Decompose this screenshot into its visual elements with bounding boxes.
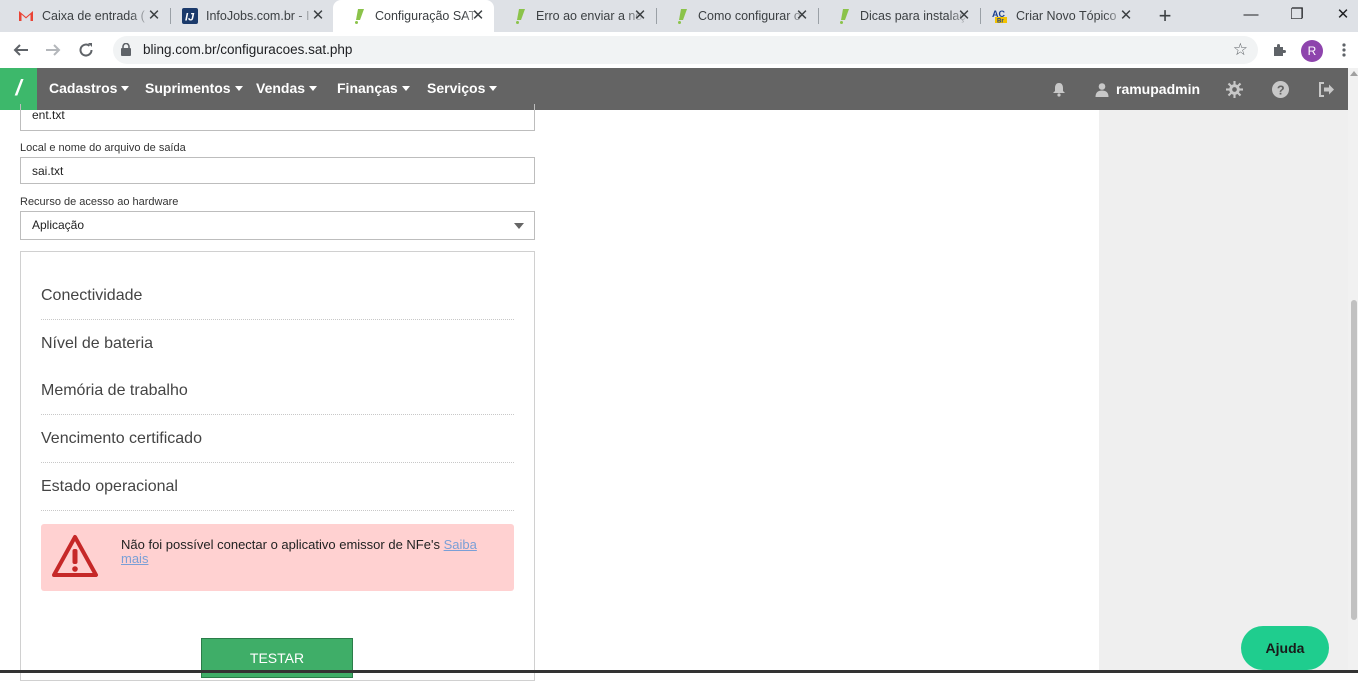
logout-icon[interactable] <box>1316 79 1336 99</box>
scroll-up-icon[interactable] <box>1350 71 1358 76</box>
acbr-icon: AC Br <box>992 8 1008 24</box>
scrollbar-thumb[interactable] <box>1351 300 1357 620</box>
hardware-access-label: Recurso de acesso ao hardware <box>20 196 179 208</box>
url-text: bling.com.br/configuracoes.sat.php <box>143 42 353 57</box>
bling-icon <box>836 8 852 24</box>
extensions-button[interactable] <box>1267 38 1291 62</box>
caret-down-icon <box>234 85 243 91</box>
browser-menu-button[interactable] <box>1332 38 1356 62</box>
svg-text:Br: Br <box>997 19 1004 25</box>
bookmark-star-icon[interactable]: ☆ <box>1233 40 1248 60</box>
tab-strip: Caixa de entrada ( ✕ IJ InfoJobs.com.br … <box>0 0 1358 32</box>
status-item-bateria: Nível de bateria <box>41 335 154 352</box>
minimize-button[interactable]: — <box>1228 0 1274 32</box>
profile-avatar[interactable]: R <box>1301 40 1323 62</box>
reload-button[interactable] <box>74 38 98 62</box>
browser-tab[interactable]: Erro ao enviar a no ✕ <box>494 0 656 32</box>
right-side-panel <box>1099 110 1348 673</box>
input-file-field[interactable]: ent.txt <box>20 104 535 131</box>
caret-down-icon <box>121 85 130 91</box>
browser-tab[interactable]: IJ InfoJobs.com.br - I ✕ <box>164 0 334 32</box>
browser-tab-active[interactable]: Configuração SAT ✕ <box>333 0 494 32</box>
user-menu[interactable]: ramupadmin <box>1095 68 1200 110</box>
caret-down-icon <box>489 85 498 91</box>
hardware-access-select[interactable]: Aplicação <box>20 211 535 240</box>
close-tab-icon[interactable]: ✕ <box>956 8 972 24</box>
status-item-certificado: Vencimento certificado <box>41 414 514 463</box>
output-file-field[interactable]: sai.txt <box>20 157 535 184</box>
browser-tab[interactable]: Caixa de entrada ( ✕ <box>0 0 170 32</box>
status-item-estado: Estado operacional <box>41 462 514 511</box>
status-item-conectividade: Conectividade <box>41 271 514 320</box>
close-tab-icon[interactable]: ✕ <box>794 8 810 24</box>
help-circle-icon[interactable]: ? <box>1270 79 1290 99</box>
close-tab-icon[interactable]: ✕ <box>1118 8 1134 24</box>
puzzle-icon <box>1274 44 1286 56</box>
close-tab-icon[interactable]: ✕ <box>310 8 326 24</box>
gear-icon[interactable] <box>1224 79 1244 99</box>
reload-icon <box>79 43 93 57</box>
bling-icon <box>512 8 528 24</box>
close-tab-icon[interactable]: ✕ <box>632 8 648 24</box>
forward-arrow-icon <box>46 44 61 56</box>
kebab-menu-icon <box>1342 43 1346 57</box>
address-bar[interactable]: bling.com.br/configuracoes.sat.php ☆ <box>113 36 1258 64</box>
svg-text:IJ: IJ <box>185 12 195 24</box>
output-file-label: Local e nome do arquivo de saída <box>20 142 186 154</box>
new-tab-button[interactable]: + <box>1153 4 1177 28</box>
close-tab-icon[interactable]: ✕ <box>146 8 162 24</box>
status-item-memoria: Memória de trabalho <box>41 366 514 415</box>
browser-tab[interactable]: Como configurar o ✕ <box>656 0 818 32</box>
warning-triangle-icon <box>51 534 99 583</box>
bell-icon[interactable] <box>1049 79 1069 99</box>
bling-icon <box>674 8 690 24</box>
bling-icon <box>351 8 367 24</box>
error-alert: Não foi possível conectar o aplicativo e… <box>41 524 514 591</box>
close-window-button[interactable]: ✕ <box>1320 0 1358 32</box>
back-arrow-icon <box>13 44 28 56</box>
back-button[interactable] <box>9 38 33 62</box>
browser-toolbar: bling.com.br/configuracoes.sat.php ☆ <box>0 32 1358 69</box>
browser-tab[interactable]: AC Br Criar Novo Tópico ✕ <box>974 0 1142 32</box>
user-icon <box>1095 82 1109 97</box>
chevron-down-icon <box>514 223 524 229</box>
restore-button[interactable]: ❐ <box>1274 0 1320 32</box>
alert-message: Não foi possível conectar o aplicativo e… <box>121 537 440 552</box>
gmail-icon <box>18 8 34 24</box>
sat-status-box: Conectividade Nível de bateria Memória d… <box>20 251 535 681</box>
lock-icon <box>121 42 131 61</box>
svg-text:?: ? <box>1276 82 1284 97</box>
browser-tab[interactable]: Dicas para instalaç ✕ <box>818 0 980 32</box>
close-tab-icon[interactable]: ✕ <box>470 8 486 24</box>
caret-down-icon <box>401 85 410 91</box>
infojobs-icon: IJ <box>182 8 198 24</box>
forward-button[interactable] <box>41 38 65 62</box>
caret-down-icon <box>309 85 318 91</box>
help-button[interactable]: Ajuda <box>1241 626 1329 670</box>
